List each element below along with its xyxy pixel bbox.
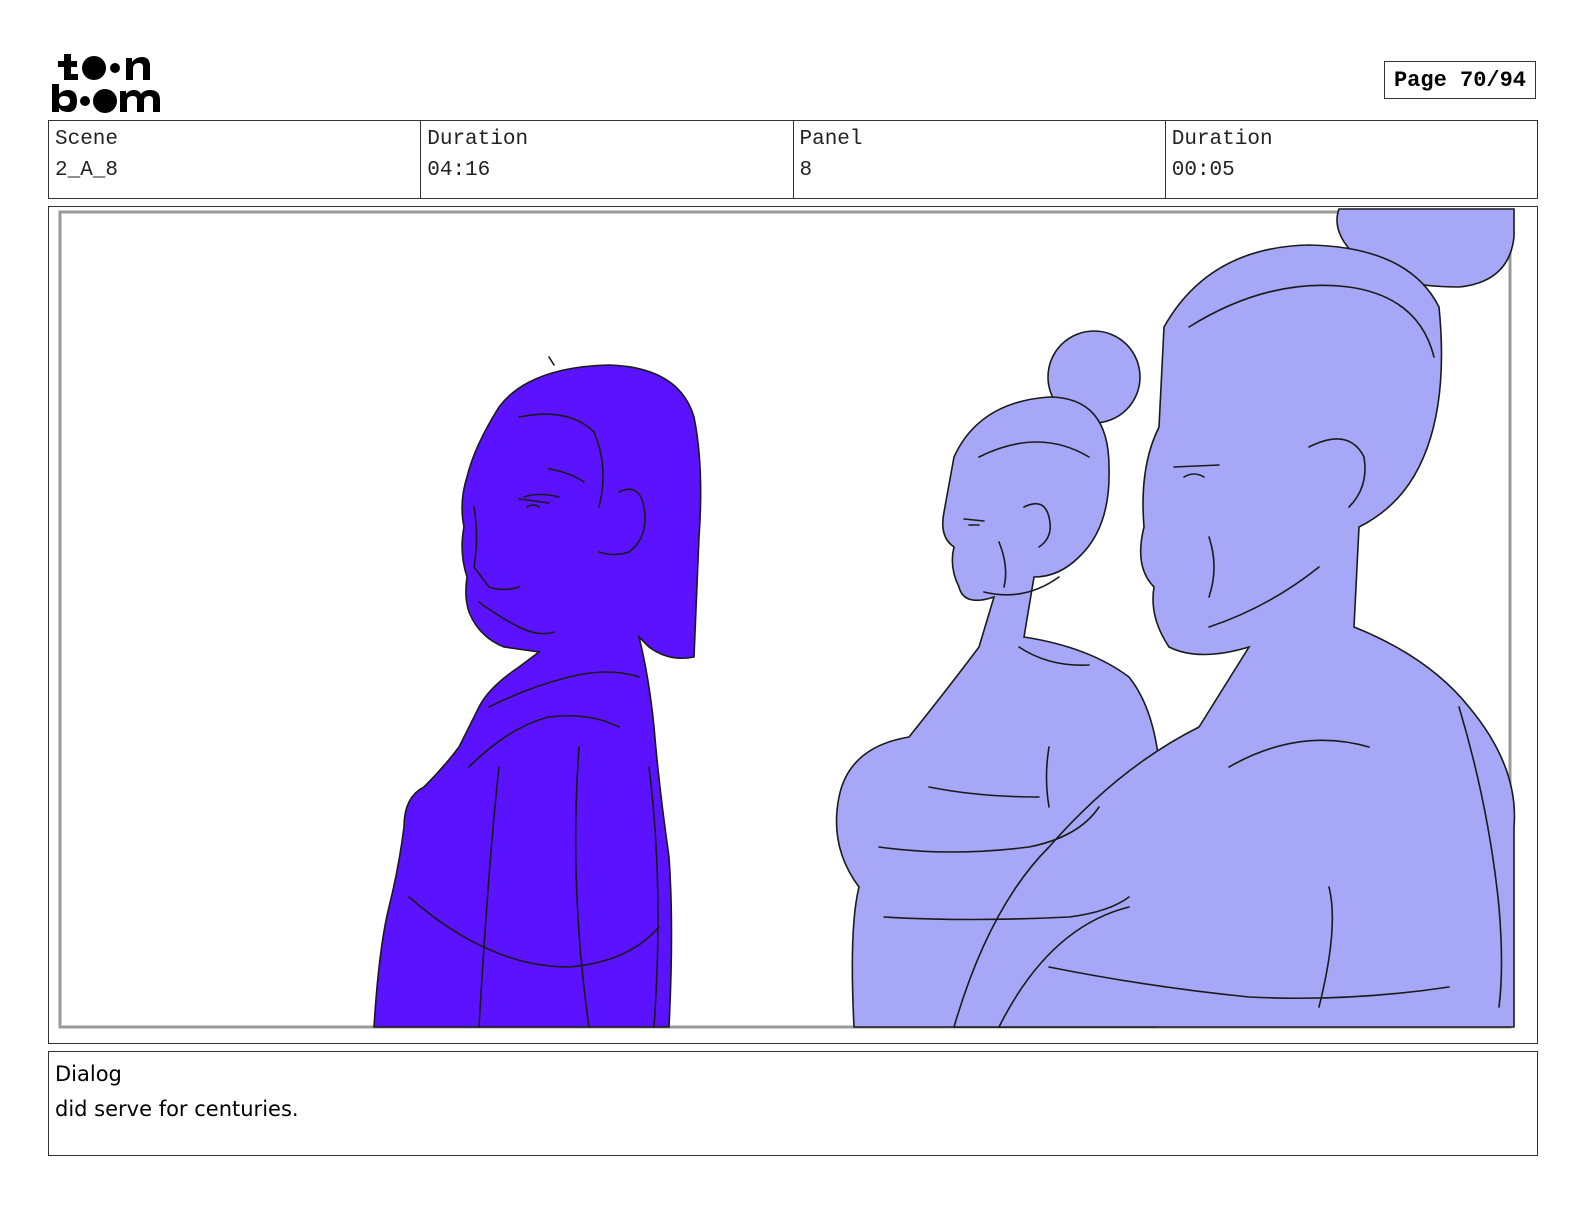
- panel-duration-cell: Duration 00:05: [1166, 121, 1537, 198]
- panel-sketch: [58, 208, 1516, 1029]
- storyboard-panel: [48, 206, 1538, 1044]
- page-indicator: Page 70/94: [1384, 61, 1536, 99]
- dialog-box: Dialog did serve for centuries.: [48, 1051, 1538, 1156]
- panel-cell: Panel 8: [794, 121, 1166, 198]
- panel-value: 8: [799, 159, 813, 182]
- panel-label: Panel: [799, 128, 863, 151]
- scene-label: Scene: [55, 128, 119, 151]
- toon-boom-logo-icon: [52, 54, 160, 113]
- dialog-text: did serve for centuries.: [55, 1097, 299, 1121]
- scene-duration-value: 04:16: [427, 159, 491, 182]
- scene-cell: Scene 2_A_8: [49, 121, 422, 198]
- body-right: [952, 244, 1516, 1028]
- scene-info-table: Scene 2_A_8 Duration 04:16 Panel 8 Durat…: [48, 120, 1538, 199]
- panel-duration-value: 00:05: [1171, 159, 1235, 182]
- foreground-character: [373, 364, 702, 1028]
- scene-duration-cell: Duration 04:16: [421, 121, 794, 198]
- figure-left: [373, 364, 702, 1028]
- panel-duration-label: Duration: [1171, 128, 1273, 151]
- dialog-label: Dialog: [55, 1062, 122, 1086]
- toon-boom-logo: [50, 50, 170, 114]
- scene-duration-label: Duration: [427, 128, 529, 151]
- scene-value: 2_A_8: [55, 159, 119, 182]
